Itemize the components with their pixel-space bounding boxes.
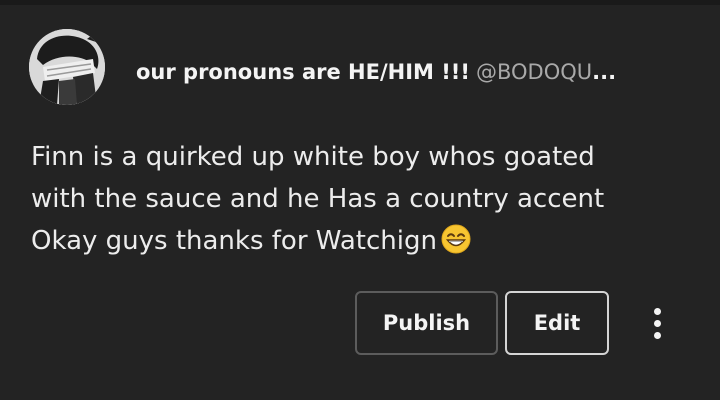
- post-line: with the sauce and he Has a country acce…: [31, 184, 605, 214]
- post-line-last: Okay guys thanks for Watchign: [31, 220, 691, 267]
- post-line: Finn is a quirked up white boy whos goat…: [31, 142, 595, 172]
- avatar-icon: [29, 29, 105, 105]
- publish-button[interactable]: Publish: [355, 291, 498, 355]
- more-options-button[interactable]: [638, 300, 676, 346]
- author-line: our pronouns are HE/HIM !!! @BODOQU...: [136, 57, 666, 87]
- post-line-text: Okay guys thanks for Watchign: [31, 226, 437, 256]
- top-divider: [0, 0, 720, 5]
- avatar[interactable]: [29, 29, 105, 105]
- more-vertical-icon-dot: [653, 319, 661, 327]
- edit-button[interactable]: Edit: [505, 291, 609, 355]
- more-vertical-icon-dot: [653, 331, 661, 339]
- grinning-face-emoji-icon: [441, 224, 471, 267]
- author-name[interactable]: our pronouns are HE/HIM !!!: [136, 60, 470, 84]
- truncation-ellipsis: ...: [592, 60, 617, 84]
- author-handle[interactable]: @BODOQU: [476, 60, 592, 84]
- post-body: Finn is a quirked up white boy whos goat…: [31, 136, 691, 267]
- more-vertical-icon: [653, 307, 661, 315]
